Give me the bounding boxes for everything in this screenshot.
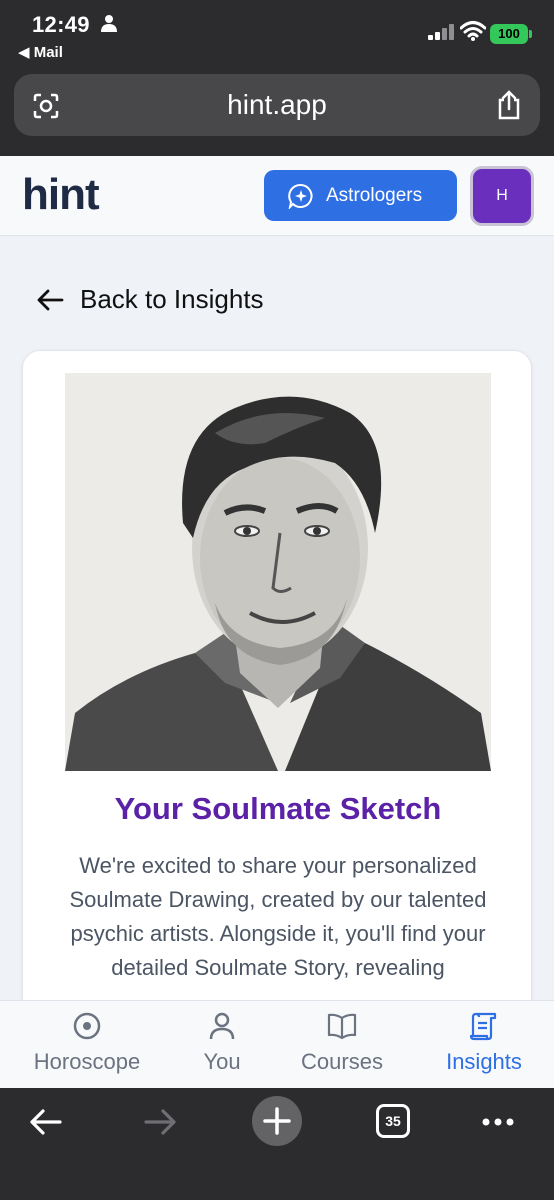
card-title: Your Soulmate Sketch <box>114 791 442 826</box>
forward-arrow-icon[interactable] <box>140 1102 180 1142</box>
address-bar[interactable]: hint.app <box>14 74 540 136</box>
arrow-left-icon <box>37 289 64 311</box>
plus-icon <box>263 1107 291 1135</box>
person-icon <box>101 15 117 32</box>
nav-item-horoscope[interactable]: Horoscope <box>18 1001 156 1088</box>
nav-label-insights: Insights <box>446 1049 522 1074</box>
astrologers-label: Astrologers <box>326 185 423 206</box>
nav-label-horoscope: Horoscope <box>33 1049 141 1074</box>
browser-top-chrome: 12:49 ◀ Mail 100 hint.app <box>0 0 554 156</box>
astrologers-button[interactable]: Astrologers <box>264 170 457 221</box>
scroll-icon <box>469 1012 497 1041</box>
new-tab-button[interactable] <box>252 1096 302 1146</box>
soulmate-sketch-image <box>65 373 491 771</box>
chat-sparkle-icon <box>288 183 313 209</box>
hint-logo[interactable]: hint <box>22 170 100 220</box>
web-page: hint Astrologers H Back to Insights Your… <box>0 156 554 1088</box>
nav-item-courses[interactable]: Courses <box>288 1001 396 1088</box>
soulmate-card: Your Soulmate Sketch We're excited to sh… <box>22 350 532 1088</box>
bottom-navigation: Horoscope You Courses Insights <box>0 1000 554 1088</box>
card-description: We're excited to share your personalized… <box>69 853 487 980</box>
nav-label-courses: Courses <box>301 1049 383 1074</box>
user-avatar[interactable]: H <box>470 166 534 226</box>
share-icon[interactable] <box>496 90 522 120</box>
nav-item-you[interactable]: You <box>178 1001 266 1088</box>
browser-bottom-toolbar: 35 <box>0 1088 554 1200</box>
back-arrow-icon[interactable] <box>26 1102 66 1142</box>
back-link-label: Back to Insights <box>80 284 264 314</box>
user-icon <box>209 1012 235 1040</box>
cellular-signal-icon <box>428 24 454 40</box>
nav-item-insights[interactable]: Insights <box>432 1001 536 1088</box>
wifi-icon <box>460 21 486 41</box>
battery-indicator: 100 <box>490 24 532 44</box>
back-to-app-link[interactable]: ◀ Mail <box>18 43 63 61</box>
horoscope-icon <box>73 1012 101 1040</box>
more-options-icon[interactable] <box>478 1102 518 1142</box>
status-time: 12:49 <box>32 12 90 37</box>
nav-label-you: You <box>203 1049 241 1074</box>
tabs-button[interactable]: 35 <box>376 1104 410 1138</box>
site-header: hint Astrologers H <box>0 156 554 236</box>
book-icon <box>327 1013 357 1040</box>
status-bar: 12:49 ◀ Mail 100 <box>0 0 554 64</box>
url-text[interactable]: hint.app <box>14 74 540 136</box>
